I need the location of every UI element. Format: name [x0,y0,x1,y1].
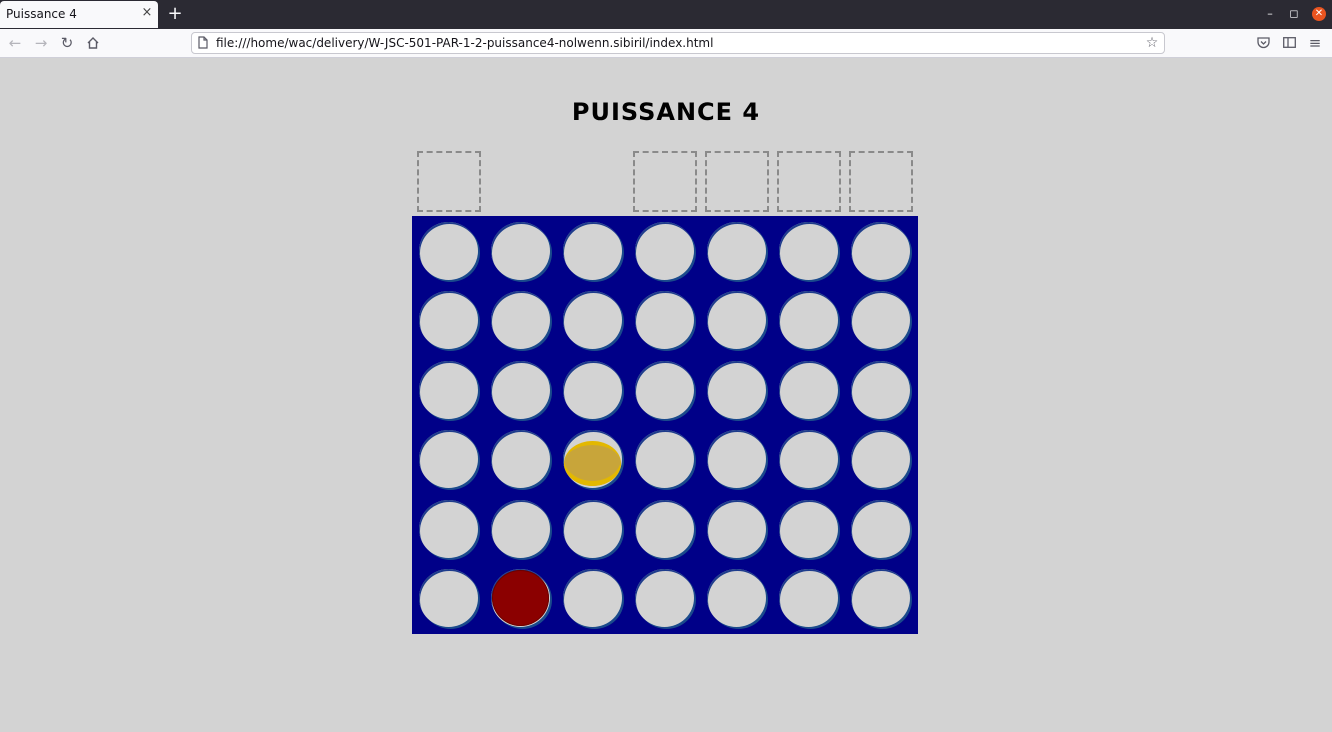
board-cell[interactable] [707,430,766,488]
board-cell[interactable] [419,361,478,419]
board-cell[interactable] [779,500,838,558]
board-cell[interactable] [419,500,478,558]
tab-title: Puissance 4 [6,7,77,21]
forward-icon[interactable]: → [30,33,52,53]
url-bar[interactable]: file:///home/wac/delivery/W-JSC-501-PAR-… [191,32,1165,54]
board-cell[interactable] [707,291,766,349]
board-cell[interactable] [491,569,550,627]
board-cell[interactable] [419,222,478,280]
board-cell[interactable] [707,500,766,558]
board-cell[interactable] [779,430,838,488]
board-cell[interactable] [563,430,622,488]
drop-slot-col-7[interactable] [849,151,913,212]
url-text: file:///home/wac/delivery/W-JSC-501-PAR-… [216,36,714,50]
drop-slot-col-5[interactable] [705,151,769,212]
game-board [412,216,918,634]
board-cell[interactable] [851,430,910,488]
board-cell[interactable] [851,222,910,280]
board-cell[interactable] [779,222,838,280]
board-cell[interactable] [707,569,766,627]
yellow-token [564,441,621,486]
board-cell[interactable] [419,569,478,627]
new-tab-button[interactable]: + [165,4,185,24]
drop-slot-col-4[interactable] [633,151,697,212]
browser-tab-bar: Puissance 4 × + – ◻ ✕ [0,0,1332,29]
board-cell[interactable] [779,569,838,627]
board-cell[interactable] [635,569,694,627]
board-cell[interactable] [635,430,694,488]
red-token [492,570,549,626]
reload-icon[interactable]: ↻ [56,33,78,53]
page-title: PUISSANCE 4 [571,98,761,126]
board-cell[interactable] [851,569,910,627]
page-icon [198,35,212,51]
board-cell[interactable] [563,291,622,349]
board-cell[interactable] [635,222,694,280]
board-cell[interactable] [419,430,478,488]
board-cell[interactable] [779,291,838,349]
bookmark-star-icon[interactable]: ☆ [1144,34,1160,52]
board-cell[interactable] [851,500,910,558]
board-cell[interactable] [563,361,622,419]
board-cell[interactable] [491,222,550,280]
board-cell[interactable] [563,569,622,627]
board-cell[interactable] [779,361,838,419]
home-icon[interactable] [82,33,104,53]
drop-zone-row [412,150,918,213]
minimize-button[interactable]: – [1262,6,1278,22]
pocket-icon[interactable] [1252,33,1274,53]
board-cell[interactable] [851,291,910,349]
board-cell[interactable] [491,430,550,488]
board-cell[interactable] [563,500,622,558]
menu-icon[interactable]: ≡ [1304,33,1326,53]
sidebar-icon[interactable] [1278,33,1300,53]
board-cell[interactable] [707,361,766,419]
tab-close-icon[interactable]: × [140,5,154,21]
board-cell[interactable] [635,291,694,349]
browser-nav-bar: ← → ↻ file:///home/wac/delivery/W-JSC-50… [0,29,1332,58]
browser-tab[interactable]: Puissance 4 × [0,1,158,28]
board-cell[interactable] [635,361,694,419]
board-cell[interactable] [419,291,478,349]
drop-slot-col-6[interactable] [777,151,841,212]
board-cell[interactable] [491,291,550,349]
board-cell[interactable] [491,361,550,419]
drop-slot-col-1[interactable] [417,151,481,212]
board-cell[interactable] [491,500,550,558]
maximize-button[interactable]: ◻ [1286,6,1302,22]
board-cell[interactable] [851,361,910,419]
board-cell[interactable] [563,222,622,280]
close-window-button[interactable]: ✕ [1312,7,1326,21]
board-cell[interactable] [707,222,766,280]
back-icon[interactable]: ← [4,33,26,53]
board-cell[interactable] [635,500,694,558]
